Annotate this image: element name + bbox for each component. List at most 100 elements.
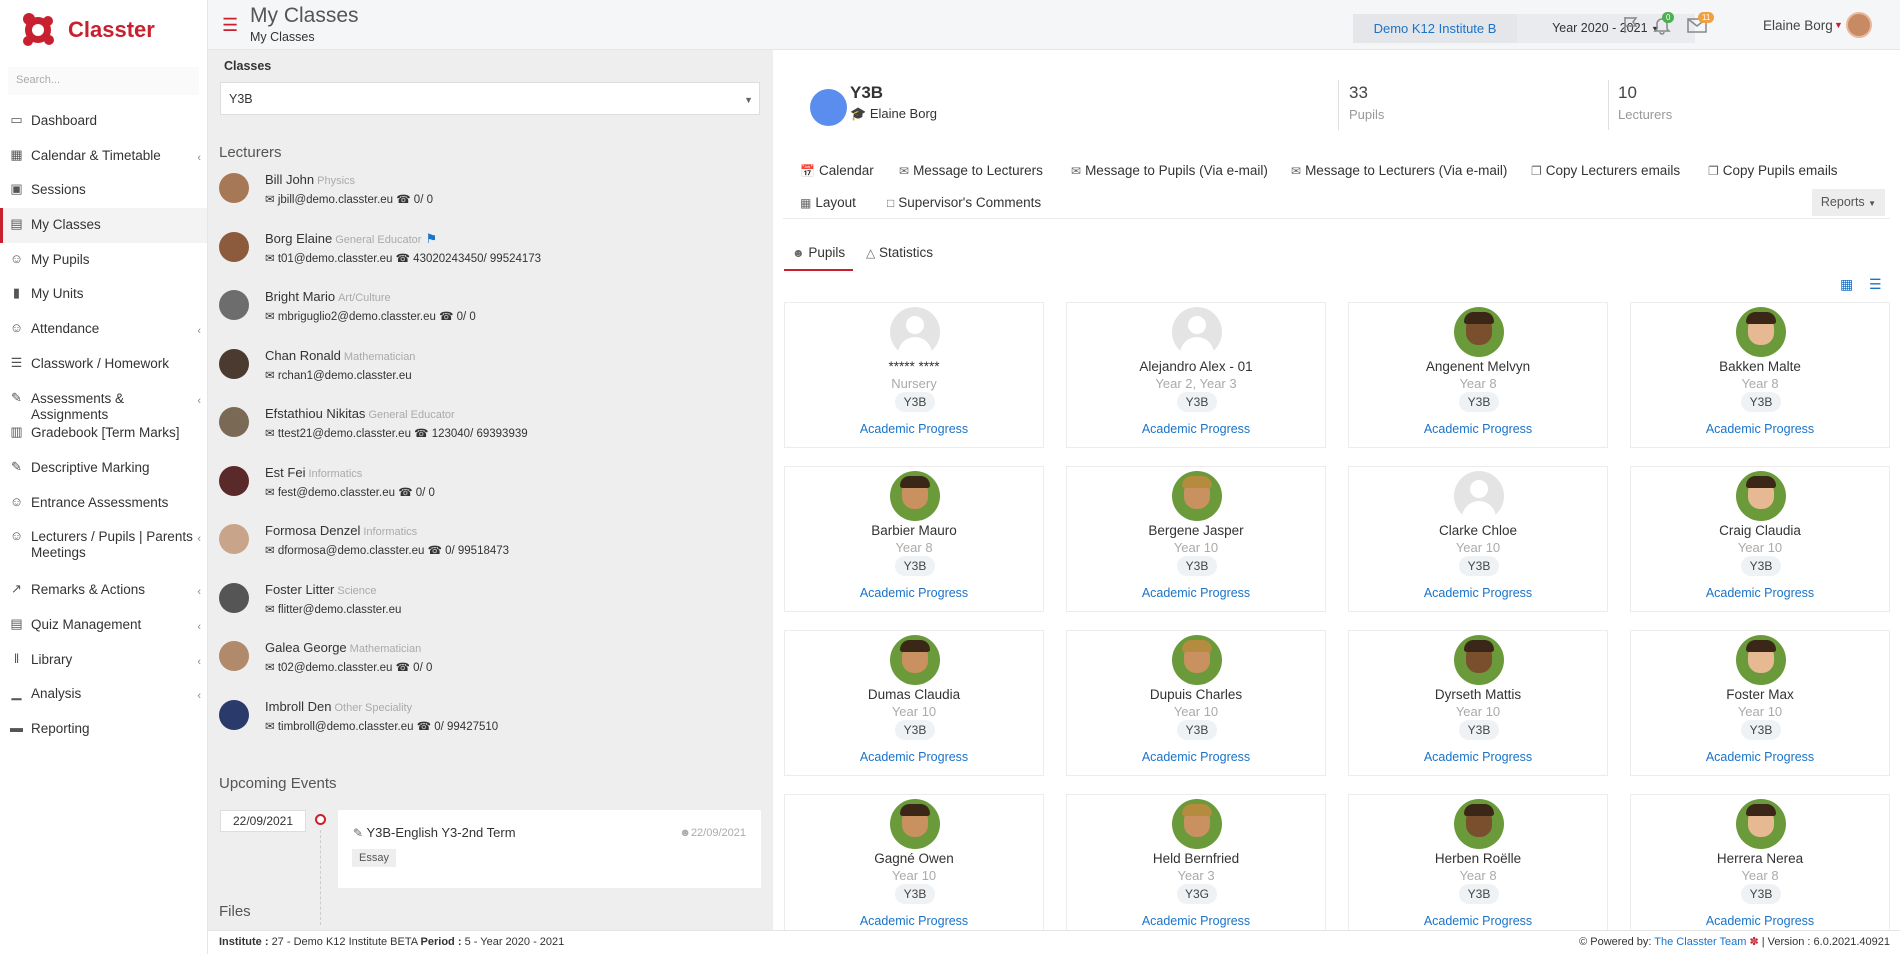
calendar-action[interactable]: 📅 Calendar — [800, 163, 874, 178]
user-avatar[interactable] — [1846, 12, 1872, 38]
pupil-card[interactable]: Craig Claudia Year 10 Y3B Academic Progress — [1630, 466, 1890, 612]
grid-view-icon[interactable]: ▦ — [1840, 276, 1853, 293]
lecturer-email[interactable]: t01@demo.classter.eu — [278, 253, 393, 265]
sidebar-item-my-classes[interactable]: ▤ My Classes — [0, 208, 207, 243]
copy-lecturers-emails-action[interactable]: ❐ Copy Lecturers emails — [1531, 163, 1680, 178]
graduation-cap-icon: 🎓 — [850, 106, 867, 121]
sidebar-item-my-units[interactable]: ▮ My Units — [0, 277, 207, 312]
pupil-card[interactable]: Gagné Owen Year 10 Y3B Academic Progress — [784, 794, 1044, 940]
lecturer-email[interactable]: flitter@demo.classter.eu — [278, 604, 402, 616]
sidebar-item-descriptive-marking[interactable]: ✎ Descriptive Marking — [0, 451, 207, 486]
academic-progress-link[interactable]: Academic Progress — [1067, 914, 1325, 928]
sidebar-item-analysis[interactable]: ▁ Analysis ‹ — [0, 677, 207, 712]
message-pupils-email-action[interactable]: ✉ Message to Pupils (Via e-mail) — [1071, 163, 1268, 178]
search-input[interactable]: Search... — [8, 67, 199, 95]
pupil-card[interactable]: Dupuis Charles Year 10 Y3B Academic Progres… — [1066, 630, 1326, 776]
copy-pupils-emails-action[interactable]: ❐ Copy Pupils emails — [1708, 163, 1838, 178]
lecturer-avatar — [219, 465, 249, 496]
lecturer-email[interactable]: timbroll@demo.classter.eu — [278, 721, 414, 733]
classter-team-link[interactable]: The Classter Team — [1654, 936, 1746, 948]
sidebar-item-label: My Pupils — [31, 251, 90, 267]
sidebar-item-label: Reporting — [31, 721, 90, 736]
sidebar-item-remarks-actions[interactable]: ↗ Remarks & Actions ‹ — [0, 573, 207, 608]
class-select[interactable]: Y3B ▼ — [220, 82, 760, 115]
lecturer-email[interactable]: dformosa@demo.classter.eu — [278, 545, 425, 557]
pupil-card[interactable]: Held Bernfried Year 3 Y3G Academic Progress — [1066, 794, 1326, 940]
pupil-name: Foster Max — [1726, 687, 1794, 702]
event-card[interactable]: ✎ Y3B-English Y3-2nd Term ☻22/09/2021 Es… — [338, 810, 761, 888]
sidebar-item-reporting[interactable]: ▬ Reporting — [0, 712, 207, 747]
academic-progress-link[interactable]: Academic Progress — [785, 422, 1043, 436]
pupil-card[interactable]: Barbier Mauro Year 8 Y3B Academic Progress — [784, 466, 1044, 612]
sidebar-item-attendance[interactable]: ☺ Attendance ‹ — [0, 312, 207, 347]
pupil-card[interactable]: Dumas Claudia Year 10 Y3B Academic Progress — [784, 630, 1044, 776]
sidebar-item-gradebook-term-marks[interactable]: ▥ Gradebook [Term Marks] — [0, 416, 207, 451]
lecturer-email[interactable]: t02@demo.classter.eu — [278, 662, 393, 674]
pupil-card[interactable]: Herrera Nerea Year 8 Y3B Academic Progress — [1630, 794, 1890, 940]
sidebar-item-quiz-management[interactable]: ▤ Quiz Management ‹ — [0, 608, 207, 643]
sidebar-item-sessions[interactable]: ▣ Sessions — [0, 173, 207, 208]
academic-progress-link[interactable]: Academic Progress — [785, 750, 1043, 764]
academic-progress-link[interactable]: Academic Progress — [1631, 914, 1889, 928]
sessions-icon: ▣ — [10, 181, 23, 197]
academic-progress-link[interactable]: Academic Progress — [1349, 586, 1607, 600]
lecturer-email[interactable]: mbriguglio2@demo.classter.eu — [278, 311, 436, 323]
supervisor-comments-action[interactable]: □ Supervisor's Comments — [887, 195, 1041, 210]
menu-toggle-icon[interactable]: ☰ — [222, 16, 238, 34]
lecturer-email[interactable]: jbill@demo.classter.eu — [278, 194, 393, 206]
lecturer-phone: 43020243450/ 99524173 — [413, 252, 542, 265]
academic-progress-link[interactable]: Academic Progress — [1349, 750, 1607, 764]
pupil-card[interactable]: Alejandro Alex - 01 Year 2, Year 3 Y3B Acad… — [1066, 302, 1326, 448]
tab-pupils[interactable]: ☻ Pupils — [784, 245, 854, 271]
pupil-card[interactable]: Angenent Melvyn Year 8 Y3B Academic Progres… — [1348, 302, 1608, 448]
academic-progress-link[interactable]: Academic Progress — [1067, 750, 1325, 764]
academic-progress-link[interactable]: Academic Progress — [1349, 914, 1607, 928]
academic-progress-link[interactable]: Academic Progress — [1631, 750, 1889, 764]
pupil-card[interactable]: Herben Roëlle Year 8 Y3B Academic Progress — [1348, 794, 1608, 940]
sidebar-item-library[interactable]: ‖ Library ‹ — [0, 643, 207, 678]
user-name[interactable]: Elaine Borg — [1763, 18, 1833, 33]
pupil-card[interactable]: Bakken Malte Year 8 Y3B Academic Progress — [1630, 302, 1890, 448]
pupil-card[interactable]: Bergene Jasper Year 10 Y3B Academic Progres… — [1066, 466, 1326, 612]
layout-action[interactable]: ▦ Layout — [800, 195, 856, 210]
list-view-icon[interactable]: ☰ — [1869, 276, 1882, 293]
institute-selector[interactable]: Demo K12 Institute B — [1353, 14, 1517, 43]
sidebar-item-assessments-assignments[interactable]: ✎ Assessments & Assignments ‹ — [0, 382, 207, 422]
academic-progress-link[interactable]: Academic Progress — [1067, 586, 1325, 600]
academic-progress-link[interactable]: Academic Progress — [785, 586, 1043, 600]
phone-icon: ☎ — [424, 545, 446, 557]
tab-statistics[interactable]: △ Statistics — [866, 245, 933, 271]
pupil-card[interactable]: Dyrseth Mattis Year 10 Y3B Academic Progres… — [1348, 630, 1608, 776]
pupil-card[interactable]: Foster Max Year 10 Y3B Academic Progress — [1630, 630, 1890, 776]
sidebar-item-entrance-assessments[interactable]: ☺ Entrance Assessments — [0, 486, 207, 521]
message-lecturers-action[interactable]: ✉ Message to Lecturers — [899, 163, 1043, 178]
lecturer-email[interactable]: rchan1@demo.classter.eu — [278, 370, 412, 382]
divider — [783, 218, 1890, 219]
class-supervisor: 🎓 Elaine Borg — [850, 106, 937, 122]
sidebar-item-my-pupils[interactable]: ☺ My Pupils — [0, 243, 207, 278]
academic-progress-link[interactable]: Academic Progress — [1631, 586, 1889, 600]
sidebar-item-calendar-timetable[interactable]: ▦ Calendar & Timetable ‹ — [0, 139, 207, 174]
lecturer-item: Efstathiou Nikitas General Educator ✉ ttes… — [219, 406, 759, 464]
pupil-card[interactable]: ***** **** Nursery Y3B Academic Progress — [784, 302, 1044, 448]
lecturer-name-row: Galea George Mathematician — [265, 640, 421, 655]
logo[interactable]: Classter — [0, 0, 207, 60]
sidebar-item-classwork-homework[interactable]: ☰ Classwork / Homework — [0, 347, 207, 382]
monitor-icon: ▭ — [10, 112, 23, 127]
event-title-row[interactable]: ✎ Y3B-English Y3-2nd Term — [353, 825, 516, 840]
sidebar-item-dashboard[interactable]: ▭ Dashboard — [0, 104, 207, 139]
reports-dropdown[interactable]: Reports ▼ — [1812, 189, 1885, 216]
phone-icon: ☎ — [393, 194, 414, 206]
lecturer-email[interactable]: fest@demo.classter.eu — [278, 487, 395, 499]
academic-progress-link[interactable]: Academic Progress — [1067, 422, 1325, 436]
sidebar-item-lecturers-pupils-parents-meetings[interactable]: ☺ Lecturers / Pupils | Parents Meetings ‹ — [0, 520, 207, 573]
pupil-card[interactable]: Clarke Chloe Year 10 Y3B Academic Progress — [1348, 466, 1608, 612]
flag-icon[interactable] — [1621, 15, 1641, 40]
user-caret-icon[interactable]: ▼ — [1834, 20, 1843, 30]
academic-progress-link[interactable]: Academic Progress — [785, 914, 1043, 928]
classroom-icon: ▤ — [10, 216, 23, 232]
academic-progress-link[interactable]: Academic Progress — [1631, 422, 1889, 436]
lecturer-email[interactable]: ttest21@demo.classter.eu — [278, 428, 411, 440]
message-lecturers-email-action[interactable]: ✉ Message to Lecturers (Via e-mail) — [1291, 163, 1507, 178]
academic-progress-link[interactable]: Academic Progress — [1349, 422, 1607, 436]
